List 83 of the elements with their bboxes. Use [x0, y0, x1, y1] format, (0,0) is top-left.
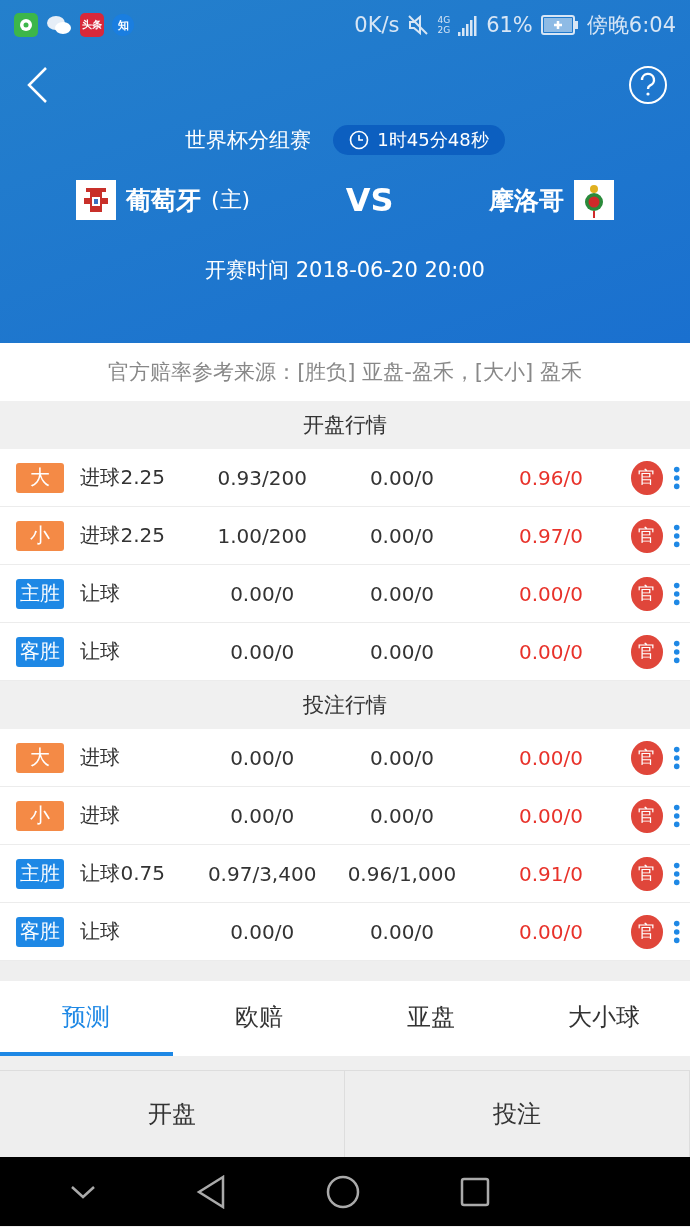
odds-value: 0.91/0 [517, 861, 584, 886]
network-type: 4G 2G [437, 15, 451, 35]
odds-value: 0.00/0 [368, 581, 435, 606]
away-team: 摩洛哥 [489, 184, 564, 217]
more-icon[interactable] [672, 918, 680, 945]
row-label: 进球2.25 [80, 464, 166, 491]
row-label: 让球0.75 [80, 860, 166, 887]
home-team: 葡萄牙 [126, 184, 201, 217]
more-icon[interactable] [672, 638, 680, 665]
odds-value: 0.00/0 [229, 639, 296, 664]
more-icon[interactable] [672, 464, 680, 491]
official-badge: 官 [630, 914, 663, 949]
more-icon[interactable] [672, 522, 680, 549]
odds-source-note: 官方赔率参考来源：[胜负] 亚盘-盈禾，[大小] 盈禾 [0, 343, 690, 401]
clock-icon [349, 130, 370, 150]
network-speed: 0K/s [354, 13, 400, 37]
odds-value: 0.93/200 [216, 465, 308, 490]
official-badge: 官 [630, 518, 663, 553]
mute-icon [407, 14, 430, 36]
official-badge: 官 [630, 740, 663, 775]
odds-value: 0.00/0 [368, 919, 435, 944]
row-label: 进球2.25 [80, 522, 166, 549]
official-badge: 官 [630, 576, 663, 611]
back-icon[interactable] [196, 1174, 226, 1209]
battery-percent: 61% [486, 13, 533, 37]
tag: 大 [16, 462, 65, 493]
odds-value: 0.00/0 [517, 745, 584, 770]
crest-icon [76, 180, 116, 220]
odds-value: 0.96/1,000 [346, 861, 458, 886]
app-icon: 知 [112, 14, 134, 36]
odds-value: 0.00/0 [368, 523, 435, 548]
odds-value: 0.00/0 [229, 919, 296, 944]
official-badge: 官 [630, 634, 663, 669]
odds-value: 0.00/0 [229, 803, 296, 828]
tag: 小 [16, 520, 65, 551]
tag: 主胜 [16, 858, 65, 889]
help-icon[interactable] [628, 65, 668, 105]
competition-name: 世界杯分组赛 [185, 127, 312, 154]
app-icon [14, 13, 38, 37]
versus-label: VS [344, 181, 395, 219]
tag: 大 [16, 742, 65, 773]
home-mark: (主) [211, 186, 251, 214]
odds-value: 0.00/0 [368, 803, 435, 828]
row-label: 让球 [80, 580, 122, 607]
tag: 客胜 [16, 636, 65, 667]
crest-icon [574, 180, 614, 220]
row-label: 让球 [80, 918, 122, 945]
odds-value: 0.97/0 [517, 523, 584, 548]
kickoff-time: 开赛时间 2018-06-20 20:00 [204, 257, 486, 284]
odds-value: 0.00/0 [517, 803, 584, 828]
chat-icon [46, 14, 72, 36]
countdown-text: 1时45分48秒 [377, 128, 489, 152]
odds-value: 0.00/0 [517, 919, 584, 944]
more-icon[interactable] [672, 744, 680, 771]
official-badge: 官 [630, 460, 663, 495]
official-badge: 官 [630, 856, 663, 891]
app-icon: 头条 [80, 13, 104, 37]
odds-value: 0.00/0 [517, 581, 584, 606]
home-icon[interactable] [326, 1174, 360, 1209]
odds-value: 0.00/0 [229, 581, 296, 606]
odds-value: 0.00/0 [368, 639, 435, 664]
official-badge: 官 [630, 798, 663, 833]
recents-icon[interactable] [460, 1176, 490, 1207]
odds-value: 0.00/0 [517, 639, 584, 664]
tag: 客胜 [16, 916, 65, 947]
odds-value: 0.00/0 [368, 745, 435, 770]
odds-value: 1.00/200 [216, 523, 308, 548]
row-label: 进球 [80, 802, 122, 829]
more-icon[interactable] [672, 860, 680, 887]
odds-value: 0.97/3,400 [206, 861, 318, 886]
odds-value: 0.96/0 [517, 465, 584, 490]
odds-value: 0.00/0 [229, 745, 296, 770]
odds-value: 0.00/0 [368, 465, 435, 490]
more-icon[interactable] [672, 580, 680, 607]
tag: 小 [16, 800, 65, 831]
battery-icon [540, 15, 579, 35]
more-icon[interactable] [672, 802, 680, 829]
row-label: 让球 [80, 638, 122, 665]
collapse-icon[interactable] [70, 1183, 96, 1200]
signal-icon [458, 14, 479, 36]
tag: 主胜 [16, 578, 65, 609]
row-label: 进球 [80, 744, 122, 771]
clock: 傍晚6:04 [586, 12, 676, 39]
